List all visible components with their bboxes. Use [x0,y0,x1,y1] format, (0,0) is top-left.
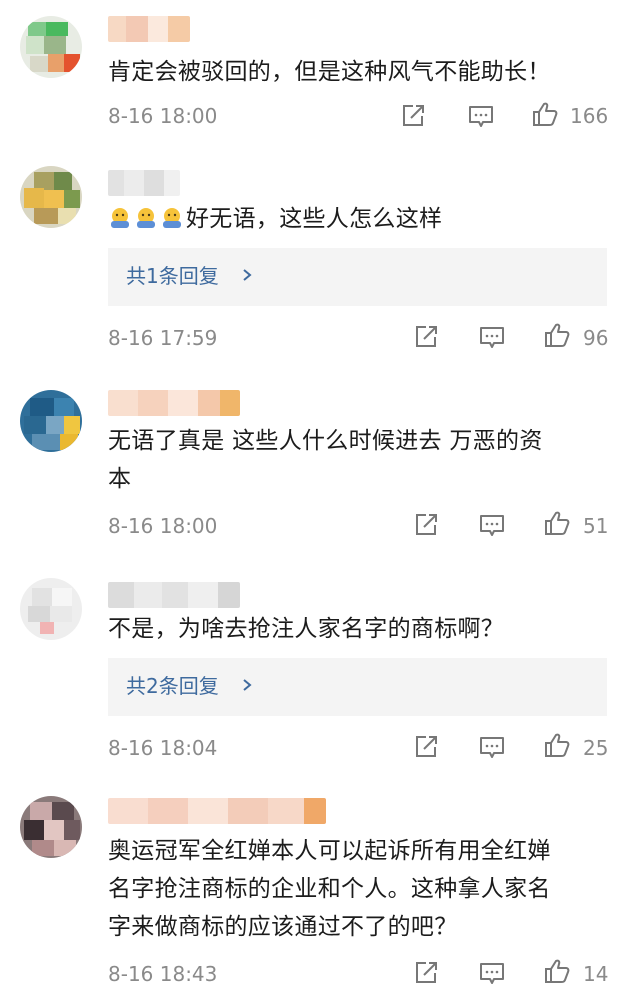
username[interactable] [108,16,190,42]
reply-summary[interactable]: 共2条回复 [108,658,607,716]
avatar[interactable] [20,578,82,640]
reply-count-link[interactable]: 共2条回复 [126,672,219,700]
comment-time: 8-16 17:59 [108,326,218,350]
comment-icon[interactable] [478,733,506,761]
comment-text-line: 名字抢注商标的企业和个人。这种拿人家名 [108,876,551,902]
avatar[interactable] [20,166,82,228]
chevron-right-icon [243,269,252,281]
like-icon[interactable] [543,509,571,537]
reply-summary[interactable]: 共1条回复 [108,248,607,306]
comment-icon[interactable] [478,959,506,987]
comment-text-line: 无语了真是 这些人什么时候进去 万恶的资 [108,428,543,454]
emoji-icon [163,208,181,228]
comment-time: 8-16 18:04 [108,736,218,760]
username[interactable] [108,798,326,824]
like-count: 25 [583,736,609,760]
like-icon[interactable] [543,321,571,349]
comment-text: 不是，为啥去抢注人家名字的商标啊？ [108,616,505,642]
like-icon[interactable] [543,957,571,985]
comment-text-body: 好无语，这些人怎么这样 [186,206,443,232]
share-icon[interactable] [412,323,440,351]
share-icon[interactable] [412,959,440,987]
reply-count-link[interactable]: 共1条回复 [126,262,219,290]
chevron-right-icon [243,679,252,691]
like-icon[interactable] [543,731,571,759]
comment-time: 8-16 18:00 [108,104,218,128]
comment-text: 奥运冠军全红婵本人可以起诉所有用全红婵 名字抢注商标的企业和个人。这种拿人家名 … [108,832,608,946]
username[interactable] [108,582,240,608]
like-count: 96 [583,326,609,350]
share-icon[interactable] [412,733,440,761]
comment-icon[interactable] [478,511,506,539]
like-icon[interactable] [531,100,559,128]
comment-text-line: 奥运冠军全红婵本人可以起诉所有用全红婵 [108,838,551,864]
comment-icon[interactable] [478,323,506,351]
comment-icon[interactable] [467,102,495,130]
comment-text-line: 字来做商标的应该通过不了的吧？ [108,914,458,940]
avatar[interactable] [20,796,82,858]
username[interactable] [108,390,240,416]
comment-time: 8-16 18:00 [108,514,218,538]
emoji-icon [111,208,129,228]
share-icon[interactable] [399,102,427,130]
avatar[interactable] [20,16,82,78]
avatar[interactable] [20,390,82,452]
comment-time: 8-16 18:43 [108,962,218,986]
like-count: 166 [570,104,609,128]
share-icon[interactable] [412,511,440,539]
like-count: 14 [583,962,609,986]
comment-text: 肯定会被驳回的，但是这种风气不能助长！ [108,59,551,85]
username[interactable] [108,170,180,196]
comment-text: 无语了真是 这些人什么时候进去 万恶的资 本 [108,422,608,498]
comment-text: 好无语，这些人怎么这样 [108,200,608,238]
comment-text-line: 本 [108,466,132,492]
like-count: 51 [583,514,609,538]
emoji-icon [137,208,155,228]
